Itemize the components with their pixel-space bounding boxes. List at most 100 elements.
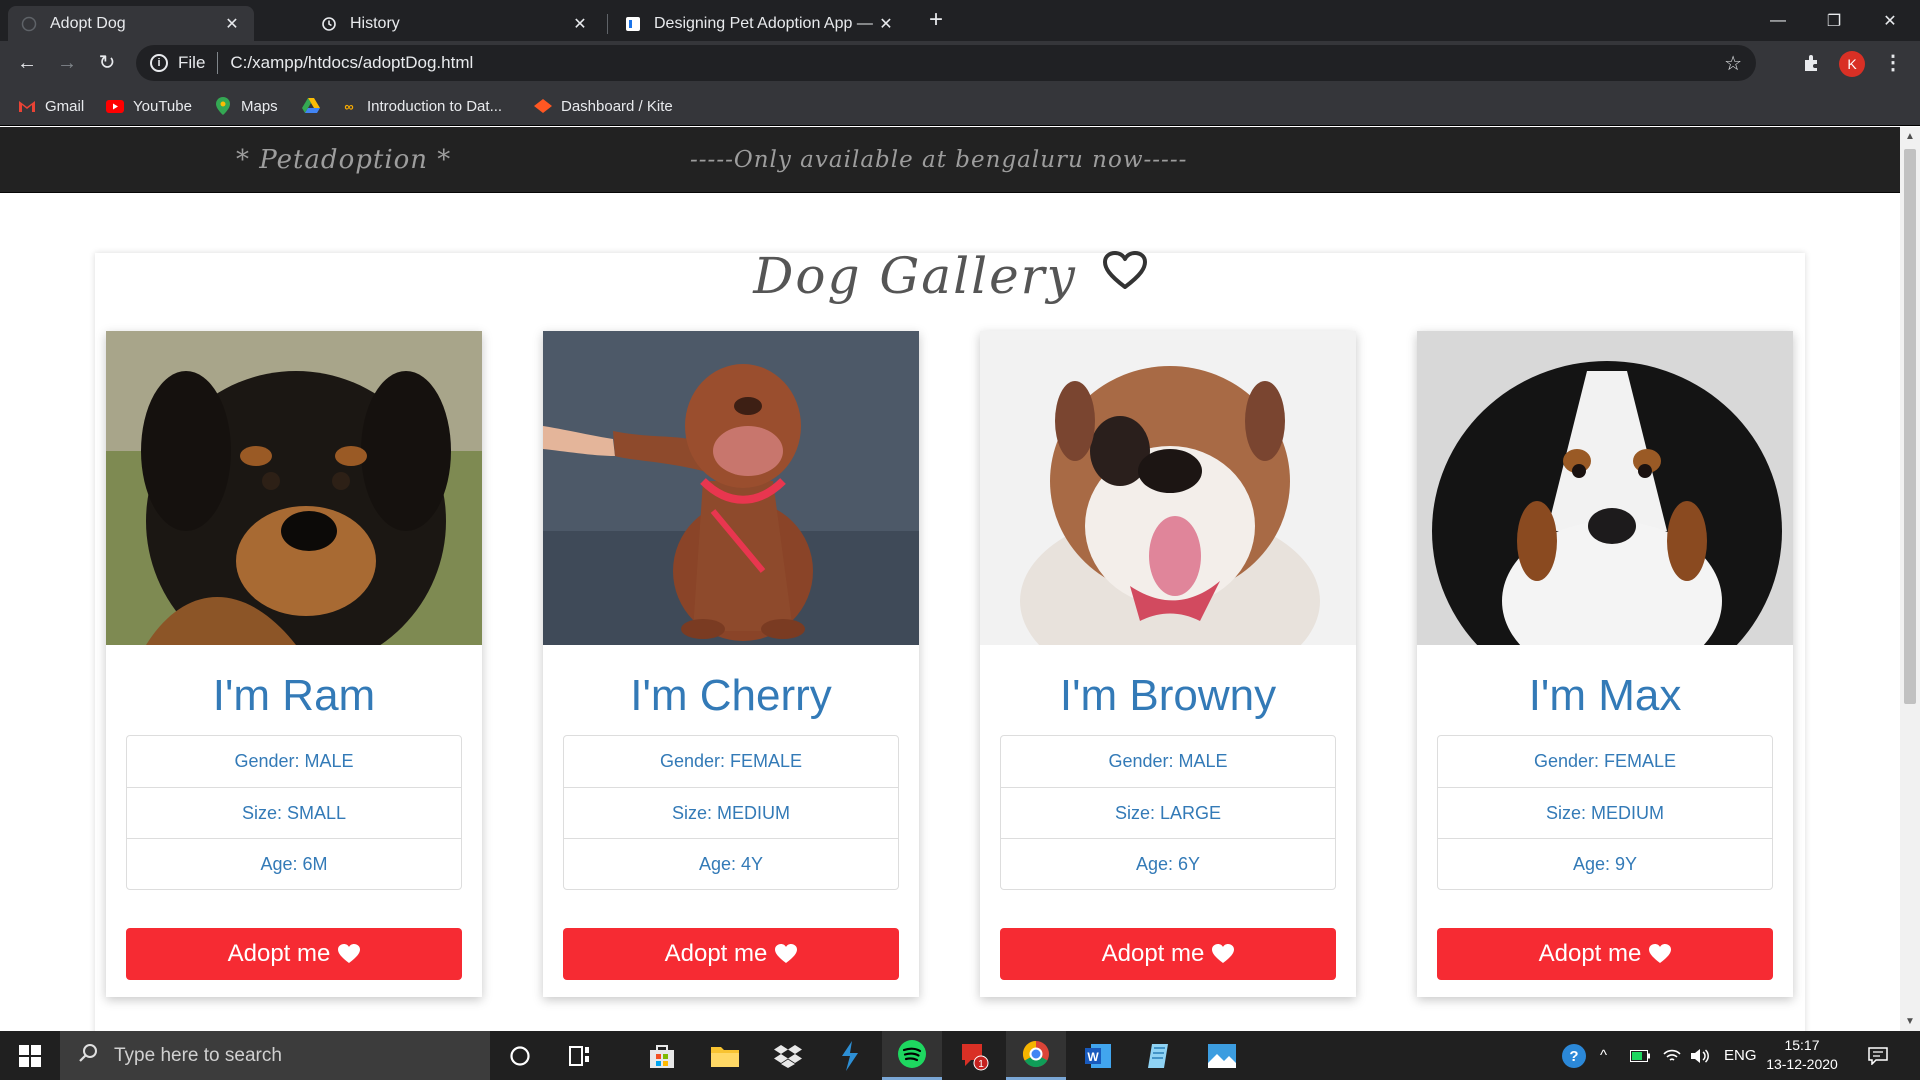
dog-gender: Gender: FEMALE	[659, 751, 803, 771]
store-icon[interactable]	[632, 1031, 692, 1080]
spotify-icon[interactable]	[882, 1031, 942, 1080]
bookmark-star-icon[interactable]: ☆	[1724, 51, 1742, 76]
site-brand[interactable]: * Petadoption *	[236, 145, 451, 175]
address-url[interactable]: C:/xampp/htdocs/adoptDog.html	[230, 53, 473, 73]
notifications-icon[interactable]	[1868, 1031, 1888, 1080]
restore-icon[interactable]: ❐	[1806, 0, 1862, 41]
profile-avatar[interactable]: K	[1839, 51, 1865, 77]
dog-gender: Gender: MALE	[1108, 751, 1228, 771]
battery-icon[interactable]	[1630, 1031, 1650, 1080]
dog-size: Size: LARGE	[1001, 787, 1335, 838]
heart-icon	[1212, 944, 1235, 963]
close-window-icon[interactable]: ✕	[1862, 0, 1918, 41]
back-icon[interactable]: ←	[12, 49, 42, 77]
tab-title: History	[350, 14, 400, 32]
dog-card-cherry: I'm Cherry Gender: FEMALE Size: MEDIUM A…	[543, 331, 919, 997]
photos-icon[interactable]	[1192, 1031, 1252, 1080]
close-tab-icon[interactable]: ✕	[222, 14, 242, 34]
chrome-icon[interactable]	[1006, 1031, 1066, 1080]
search-icon	[78, 1043, 98, 1069]
extensions-icon[interactable]	[1797, 49, 1827, 77]
bookmark-label: Dashboard / Kite	[561, 97, 673, 115]
dog-name: I'm Cherry	[630, 671, 832, 720]
scroll-up-arrow-icon[interactable]: ▲	[1900, 131, 1920, 142]
wifi-icon[interactable]	[1662, 1031, 1682, 1080]
dog-photo-cherry	[543, 331, 919, 645]
address-bar[interactable]: i File C:/xampp/htdocs/adoptDog.html ☆	[136, 45, 1756, 81]
language-indicator[interactable]: ENG	[1724, 1031, 1757, 1080]
adopt-label: Adopt me	[1538, 940, 1642, 967]
notepad-icon[interactable]	[1130, 1031, 1190, 1080]
dog-photo-ram	[106, 331, 482, 645]
scroll-thumb[interactable]	[1904, 149, 1916, 704]
search-placeholder: Type here to search	[114, 1044, 282, 1066]
bookmark-label: Introduction to Dat...	[367, 97, 503, 115]
tab-title: Designing Pet Adoption App — (	[654, 14, 876, 32]
vscode-icon[interactable]	[820, 1031, 880, 1080]
scroll-down-arrow-icon[interactable]: ▼	[1900, 1016, 1920, 1027]
clock-time: 15:17	[1784, 1037, 1820, 1053]
menu-kebab-icon[interactable]: ⋮	[1878, 49, 1908, 77]
address-scheme-label: File	[178, 53, 206, 72]
info-icon[interactable]: i	[150, 54, 168, 72]
drive-icon	[302, 98, 320, 114]
taskbar-search-input[interactable]: Type here to search	[60, 1031, 490, 1080]
taskbar-clock[interactable]: 15:17 13-12-2020	[1762, 1036, 1842, 1074]
bookmark-youtube[interactable]: YouTube	[106, 95, 192, 117]
close-tab-icon[interactable]: ✕	[570, 14, 590, 34]
adopt-me-button-cherry[interactable]: Adopt me	[563, 928, 899, 980]
bookmark-gmail[interactable]: Gmail	[18, 95, 84, 117]
new-tab-button[interactable]: +	[922, 6, 950, 34]
file-explorer-icon[interactable]	[695, 1031, 755, 1080]
cortana-icon[interactable]	[490, 1031, 550, 1080]
volume-icon[interactable]	[1690, 1031, 1710, 1080]
bookmark-maps[interactable]: Maps	[214, 95, 278, 117]
adopt-me-button-browny[interactable]: Adopt me	[1000, 928, 1336, 980]
adopt-me-button-ram[interactable]: Adopt me	[126, 928, 462, 980]
history-icon	[320, 15, 338, 33]
tab-adopt-dog[interactable]: Adopt Dog ✕	[8, 6, 254, 41]
dog-photo-browny	[980, 331, 1356, 645]
svg-text:?: ?	[1569, 1048, 1578, 1065]
forward-icon[interactable]: →	[52, 49, 82, 77]
help-icon[interactable]: ?	[1560, 1031, 1588, 1080]
adopt-label: Adopt me	[227, 940, 331, 967]
task-view-icon[interactable]	[550, 1031, 610, 1080]
dog-card-ram: I'm Ram Gender: MALE Size: SMALL Age: 6M…	[106, 331, 482, 997]
adopt-label: Adopt me	[664, 940, 768, 967]
dog-facts-list: Gender: MALE Size: SMALL Age: 6M	[126, 735, 462, 890]
dog-age: Age: 9Y	[1438, 838, 1772, 889]
bookmark-kite[interactable]: Dashboard / Kite	[534, 95, 673, 117]
show-hidden-icons-icon[interactable]: ^	[1600, 1031, 1607, 1080]
adopt-label: Adopt me	[1101, 940, 1205, 967]
address-divider	[217, 52, 219, 74]
dog-name: I'm Max	[1528, 671, 1682, 720]
page-viewport: * Petadoption * -----Only available at b…	[0, 127, 1900, 1031]
heart-outline-icon	[1102, 251, 1147, 289]
gmail-icon	[18, 98, 36, 114]
bookmark-drive[interactable]	[302, 95, 329, 117]
tab-designing-pet-adoption[interactable]: Designing Pet Adoption App — ( ✕	[612, 6, 908, 41]
dog-gender: Gender: MALE	[234, 751, 354, 771]
dog-facts-list: Gender: FEMALE Size: MEDIUM Age: 4Y	[563, 735, 899, 890]
dog-name: I'm Browny	[1059, 671, 1277, 720]
bookmark-label: YouTube	[133, 97, 192, 115]
reload-icon[interactable]: ↻	[92, 49, 122, 77]
bookmark-colab[interactable]: ∞ Introduction to Dat...	[340, 95, 502, 117]
word-icon[interactable]: W	[1068, 1031, 1128, 1080]
close-tab-icon[interactable]: ✕	[876, 14, 896, 34]
adopt-me-button-max[interactable]: Adopt me	[1437, 928, 1773, 980]
windows-start-icon[interactable]	[0, 1031, 60, 1080]
dog-size: Size: MEDIUM	[564, 787, 898, 838]
bookmark-label: Maps	[241, 97, 278, 115]
dropbox-icon[interactable]	[758, 1031, 818, 1080]
page-scrollbar[interactable]: ▲ ▼	[1900, 127, 1920, 1031]
tab-history[interactable]: History ✕	[308, 6, 602, 41]
dog-card-max: I'm Max Gender: FEMALE Size: MEDIUM Age:…	[1417, 331, 1793, 997]
dog-gender: Gender: FEMALE	[1533, 751, 1677, 771]
dog-facts-list: Gender: MALE Size: LARGE Age: 6Y	[1000, 735, 1336, 890]
maps-icon	[214, 97, 232, 115]
minimize-icon[interactable]: —	[1750, 0, 1806, 41]
messaging-icon[interactable]: 1	[944, 1031, 1004, 1080]
tab-divider	[607, 14, 608, 34]
